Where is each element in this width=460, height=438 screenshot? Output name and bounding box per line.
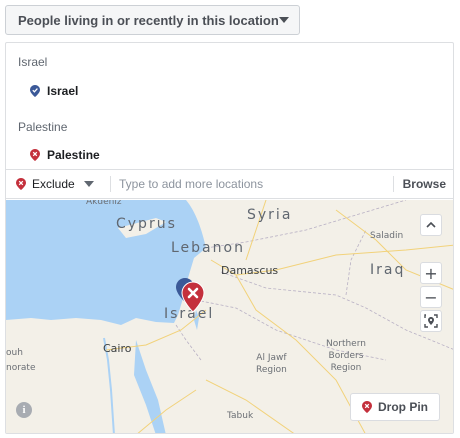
map-label-akdeniz: Akdeniz <box>86 200 122 207</box>
include-pin-icon <box>30 85 40 97</box>
map-label-iraq: Iraq <box>370 262 406 278</box>
map-label-northern-borders: Northern Borders Region <box>326 339 366 373</box>
caret-down-icon <box>83 181 94 187</box>
exclude-pin-icon <box>16 178 26 190</box>
mode-label: Exclude <box>32 177 75 191</box>
location-item-label: Palestine <box>47 148 100 162</box>
drop-pin-button[interactable]: Drop Pin <box>350 393 440 421</box>
zoom-out-button[interactable]: − <box>420 286 442 308</box>
map-label-saladin: Saladin <box>370 231 404 241</box>
map-label-al-jawf: Al Jawf Region <box>256 353 287 375</box>
location-filter-bar: Exclude Browse <box>6 169 453 199</box>
map-label-tabuk: Tabuk <box>227 411 254 421</box>
location-item-palestine[interactable]: Palestine <box>30 148 100 162</box>
locate-icon <box>424 314 438 328</box>
group-title-palestine: Palestine <box>18 120 68 134</box>
locate-me-button[interactable] <box>420 310 442 332</box>
group-title-israel: Israel <box>18 55 48 69</box>
location-item-israel[interactable]: Israel <box>30 84 78 98</box>
chevron-up-icon <box>426 222 436 228</box>
map-label-norate: norate <box>6 363 36 373</box>
location-panel: Israel Israel Palestine Palestine Exclud… <box>5 42 454 434</box>
map-label-mouth: ouh <box>6 348 23 358</box>
audience-type-label: People living in or recently in this loc… <box>18 12 279 28</box>
location-search-input[interactable] <box>111 176 393 192</box>
map-label-cyprus: Cyprus <box>116 216 177 232</box>
map-collapse-button[interactable] <box>420 214 442 236</box>
zoom-in-button[interactable]: + <box>420 262 442 284</box>
audience-type-dropdown[interactable]: People living in or recently in this loc… <box>5 5 300 35</box>
map-label-lebanon: Lebanon <box>171 240 245 256</box>
map-label-cairo: Cairo <box>103 342 132 355</box>
location-item-label: Israel <box>47 84 79 98</box>
info-icon[interactable]: i <box>16 402 32 418</box>
browse-button[interactable]: Browse <box>394 177 453 191</box>
exclude-pin-icon <box>362 401 372 413</box>
caret-down-icon <box>279 17 289 23</box>
drop-pin-label: Drop Pin <box>378 400 428 414</box>
location-map[interactable]: Akdeniz Cyprus Syria Lebanon Damascus Ir… <box>6 200 453 433</box>
exclude-pin-icon <box>30 149 40 161</box>
include-exclude-dropdown[interactable]: Exclude <box>6 177 110 191</box>
map-label-syria: Syria <box>247 207 293 223</box>
location-pin-markers[interactable] <box>176 278 206 314</box>
map-label-damascus: Damascus <box>221 264 279 277</box>
